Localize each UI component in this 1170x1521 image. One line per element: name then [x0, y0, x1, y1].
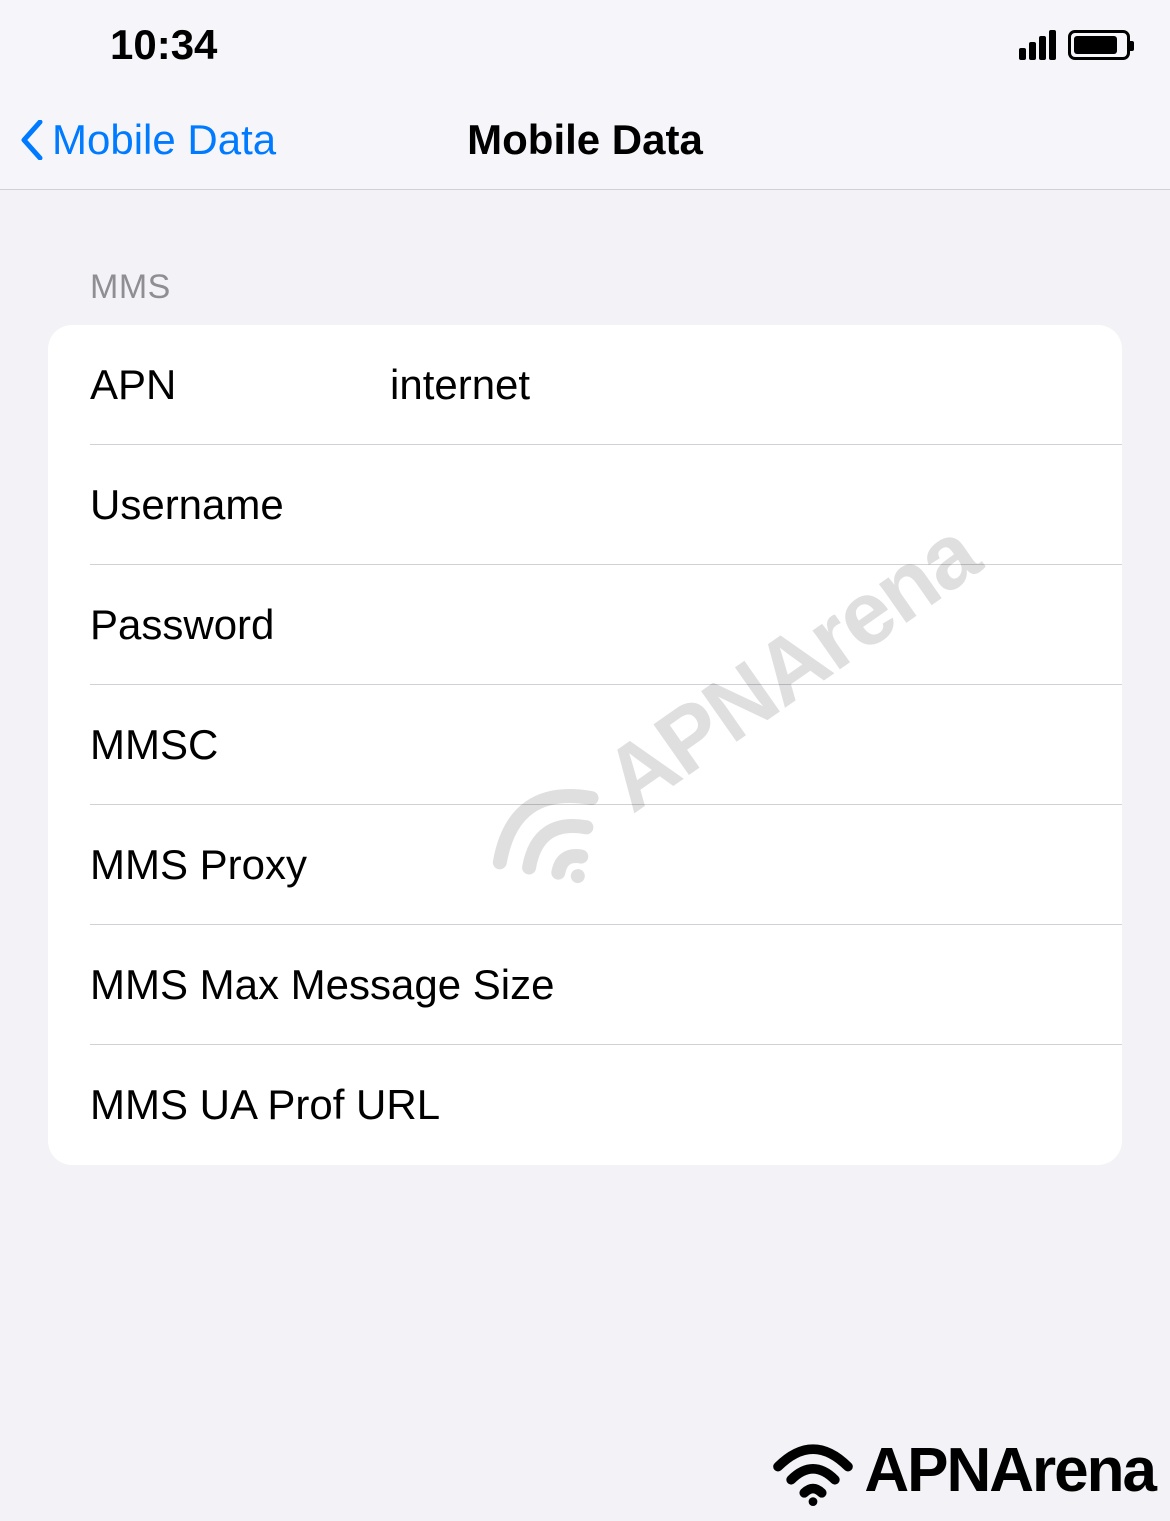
back-label: Mobile Data: [52, 116, 276, 164]
cellular-signal-icon: [1019, 30, 1056, 60]
row-apn[interactable]: APN internet: [48, 325, 1122, 445]
navigation-bar: Mobile Data Mobile Data: [0, 90, 1170, 190]
row-label: Username: [90, 481, 390, 529]
page-title: Mobile Data: [467, 116, 703, 164]
row-label: MMSC: [90, 721, 390, 769]
footer-logo: APNArena: [768, 1435, 1155, 1506]
row-username[interactable]: Username: [48, 445, 1122, 565]
footer-logo-text: APNArena: [864, 1435, 1155, 1506]
chevron-left-icon: [20, 120, 44, 160]
status-time: 10:34: [110, 21, 217, 69]
wifi-icon: [768, 1436, 858, 1506]
row-label: APN: [90, 361, 390, 409]
content: MMS APN internet Username Password MMSC …: [0, 190, 1170, 1165]
battery-icon: [1068, 30, 1130, 60]
row-label: MMS Max Message Size: [90, 961, 554, 1009]
settings-group-mms: APN internet Username Password MMSC MMS …: [48, 325, 1122, 1165]
row-label: MMS Proxy: [90, 841, 390, 889]
back-button[interactable]: Mobile Data: [0, 116, 276, 164]
row-value: internet: [390, 361, 1122, 409]
row-label: Password: [90, 601, 390, 649]
row-mms-ua-prof-url[interactable]: MMS UA Prof URL: [48, 1045, 1122, 1165]
row-password[interactable]: Password: [48, 565, 1122, 685]
row-mmsc[interactable]: MMSC: [48, 685, 1122, 805]
status-bar: 10:34: [0, 0, 1170, 90]
row-mms-proxy[interactable]: MMS Proxy: [48, 805, 1122, 925]
row-label: MMS UA Prof URL: [90, 1081, 440, 1129]
status-indicators: [1019, 30, 1130, 60]
section-header-mms: MMS: [48, 268, 1122, 325]
row-mms-max-message-size[interactable]: MMS Max Message Size: [48, 925, 1122, 1045]
